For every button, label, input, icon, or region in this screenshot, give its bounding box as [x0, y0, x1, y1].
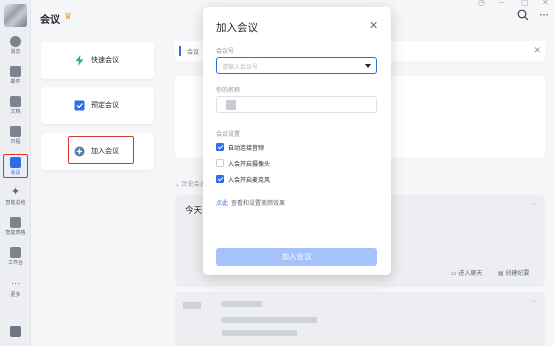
grid-icon [10, 247, 21, 258]
dialog-title: 加入会议 [216, 22, 258, 34]
more-options-icon[interactable]: ··· [530, 201, 537, 208]
checkbox-checked[interactable] [216, 143, 224, 151]
meeting-id-input[interactable]: 请输入会议号 [216, 57, 377, 74]
beauty-settings-hint: 查看和设置美颜效果 [231, 201, 286, 207]
redacted-text [183, 302, 201, 309]
option-label: 入会开启麦克风 [228, 178, 271, 184]
sidebar-item-docs[interactable]: 文档 [0, 96, 31, 122]
calendar-icon [10, 126, 21, 137]
meeting-list-item[interactable]: ··· [175, 292, 545, 346]
settings-label: 会议设置 [216, 132, 241, 138]
redacted-text [222, 301, 262, 307]
minimize-icon[interactable]: ─ [499, 0, 505, 7]
sidebar-highlight-box [3, 154, 28, 178]
redacted-text [222, 317, 317, 323]
meeting-id-placeholder: 请输入会议号 [222, 65, 259, 71]
name-input[interactable] [216, 96, 377, 113]
app-icon[interactable] [10, 326, 21, 337]
sidebar-item-calendar[interactable]: 日程 [0, 126, 31, 152]
meeting-id-label: 会议号 [216, 49, 235, 55]
option-label: 自动连接音频 [228, 146, 265, 152]
redacted-name [226, 100, 236, 110]
beauty-settings-row: 点此 查看和设置美颜效果 [216, 198, 285, 207]
join-meeting-dialog: 加入会议 ✕ 会议号 请输入会议号 你的名称 会议设置 自动连接音频 入会开启摄… [203, 7, 391, 275]
create-record-label: 创建纪要 [505, 271, 530, 277]
sidebar-item-label: 邮件 [10, 79, 21, 85]
sidebar-item-label: 消息 [10, 49, 21, 55]
enter-chat-label: 进入聊天 [458, 271, 483, 277]
card-label: 快速会议 [91, 57, 119, 64]
checkbox-checked[interactable] [216, 175, 224, 183]
document-icon [10, 96, 21, 107]
more-options-icon[interactable]: ··· [530, 298, 537, 305]
sidebar-item-label: 智能表格 [5, 230, 26, 236]
beauty-settings-link[interactable]: 点此 [216, 201, 228, 207]
name-label: 你的名称 [216, 88, 241, 94]
create-record-button[interactable]: ▤ 创建纪要 [498, 268, 529, 277]
sidebar: 消息 邮件 文档 日程 会议 ✦ 智能总结 智能表格 工作台 ··· 更多 [0, 0, 31, 346]
more-icon[interactable]: ··· [539, 7, 549, 21]
redacted-text [222, 330, 297, 336]
more-dots-icon: ··· [11, 278, 20, 288]
sidebar-item-mail[interactable]: 邮件 [0, 66, 31, 92]
sidebar-item-label: 文档 [10, 109, 21, 115]
sidebar-item-label: 工作台 [7, 260, 23, 266]
history-icon[interactable]: ◷ [478, 0, 485, 7]
maximize-icon[interactable]: ▢ [521, 0, 529, 7]
card-label: 预定会议 [91, 102, 119, 109]
avatar[interactable] [4, 4, 27, 27]
sidebar-item-smart-table[interactable]: 智能表格 [0, 217, 31, 243]
day-title: 今天 [185, 205, 203, 215]
mail-icon [10, 66, 21, 77]
sparkle-icon: ✦ [10, 186, 21, 198]
message-icon [10, 36, 21, 47]
page-title: 会议 [40, 15, 60, 26]
crown-icon: ♛ [64, 11, 73, 21]
sidebar-item-workbench[interactable]: 工作台 [0, 247, 31, 273]
schedule-meeting-card[interactable]: 预定会议 [41, 87, 154, 124]
sidebar-item-messages[interactable]: 消息 [0, 36, 31, 62]
sidebar-item-more[interactable]: ··· 更多 [0, 279, 31, 305]
chevron-down-icon[interactable] [365, 64, 371, 68]
close-window-icon[interactable]: ✕ [542, 0, 549, 7]
checkbox-unchecked[interactable] [216, 159, 224, 167]
search-icon[interactable] [517, 9, 529, 21]
banner-text: 会议 [187, 50, 200, 56]
sidebar-item-label: 日程 [10, 139, 21, 145]
close-icon[interactable]: ✕ [369, 19, 378, 32]
join-card-highlight-box [68, 136, 134, 164]
calendar-check-icon [74, 100, 85, 111]
table-icon [10, 217, 21, 228]
enter-chat-button[interactable]: ▭ 进入聊天 [451, 268, 482, 277]
sidebar-item-ai-summary[interactable]: ✦ 智能总结 [0, 187, 31, 213]
option-label: 入会开启摄像头 [228, 162, 271, 168]
lightning-icon [75, 55, 84, 66]
banner-accent [179, 46, 181, 56]
quick-meeting-card[interactable]: 快速会议 [41, 42, 154, 79]
join-meeting-button[interactable]: 加入会议 [216, 248, 377, 266]
history-label[interactable]: ⌄ 历史会议 [175, 179, 206, 188]
close-icon[interactable]: ✕ [533, 45, 541, 56]
sidebar-item-label: 智能总结 [5, 200, 26, 206]
sidebar-item-label: 更多 [10, 292, 21, 298]
